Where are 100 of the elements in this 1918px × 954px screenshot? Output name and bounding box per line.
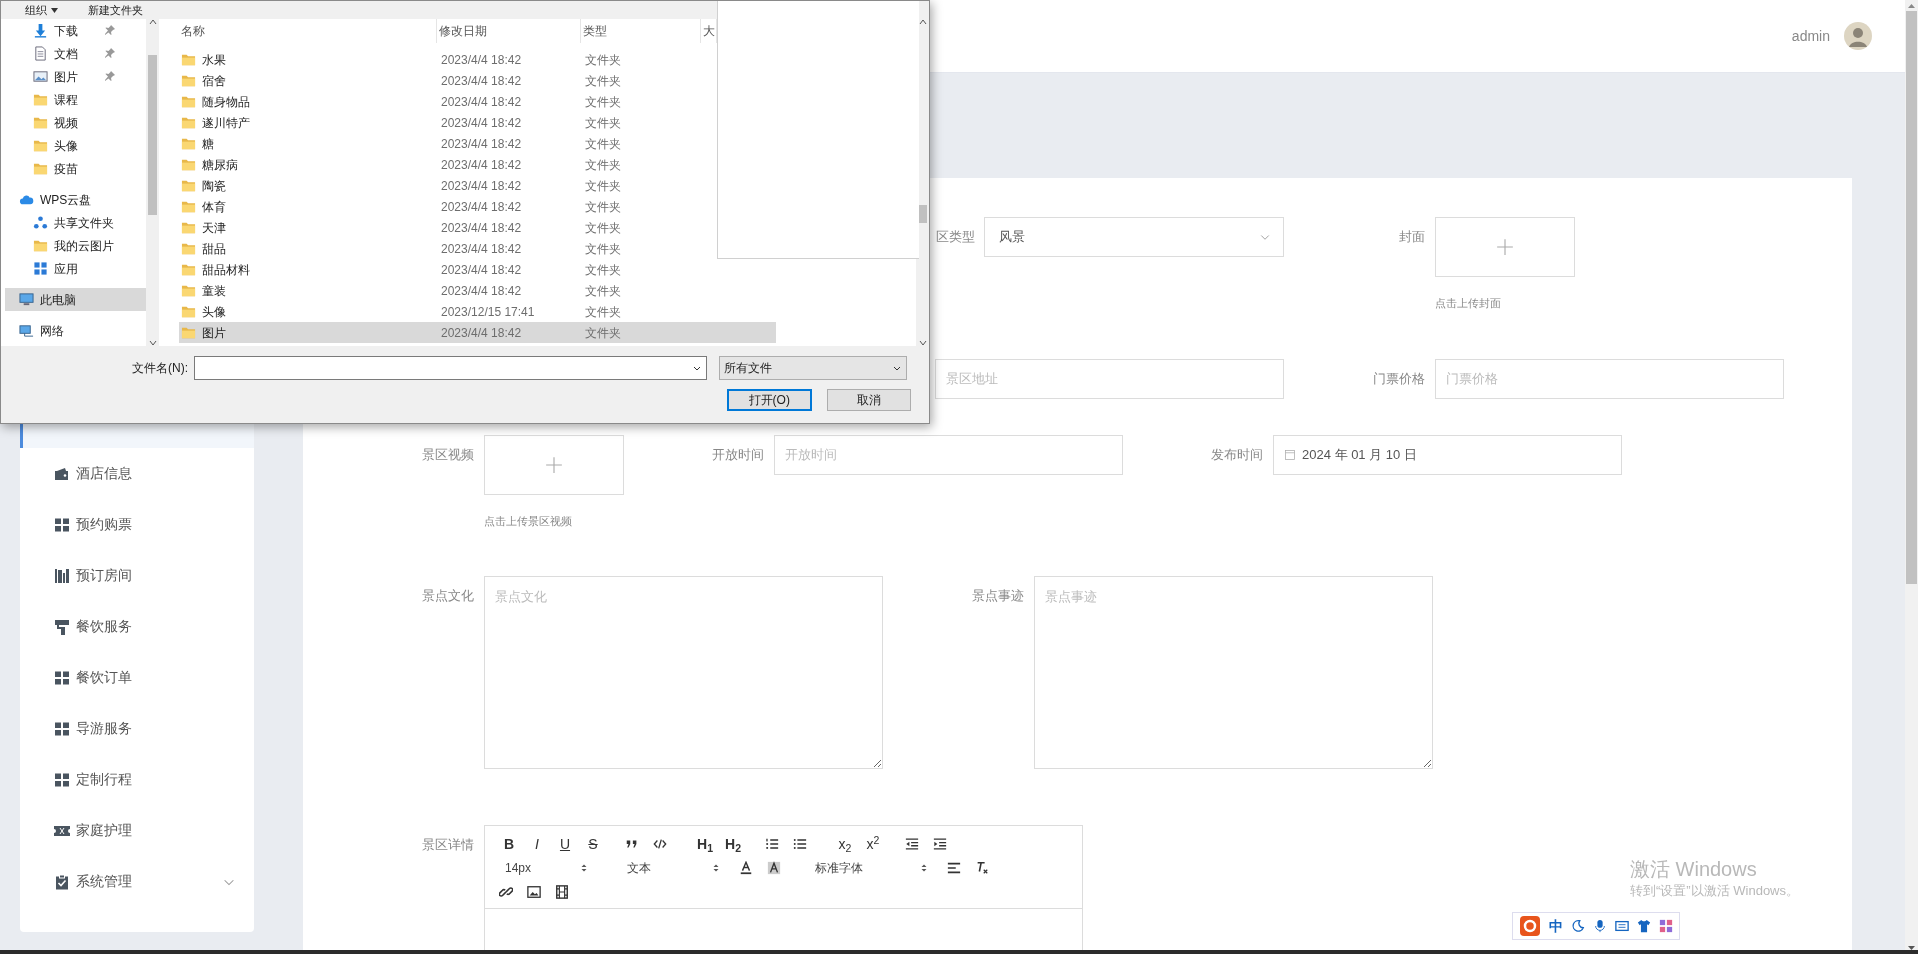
file-row[interactable]: 随身物品 2023/4/4 18:42 文件夹 (179, 91, 717, 112)
scroll-down-icon (148, 340, 157, 346)
input-field[interactable]: 景区地址 (935, 358, 1284, 399)
nav-item[interactable]: 应用 (5, 257, 146, 280)
file-date: 2023/4/4 18:42 (440, 282, 523, 300)
date-field[interactable]: 2024 年 01 月 10 日 (1273, 434, 1622, 475)
nav-item[interactable]: 疫苗 (5, 157, 146, 180)
nav-item[interactable]: WPS云盘 (5, 188, 146, 211)
indent-icon[interactable] (933, 837, 947, 851)
file-row[interactable]: 天津 2023/4/4 18:42 文件夹 (179, 217, 717, 238)
toolbar-button[interactable]: I (527, 835, 547, 853)
filename-field[interactable] (194, 356, 707, 380)
upload-hint: 点击上传封面 (1435, 296, 1502, 311)
file-row[interactable]: 头像 2023/12/15 17:41 文件夹 (179, 301, 776, 322)
link-icon[interactable] (499, 885, 513, 899)
align-left-icon[interactable] (947, 861, 961, 875)
file-name: 宿舍 (202, 72, 226, 90)
folder-icon (33, 115, 48, 130)
file-name: 甜品材料 (202, 261, 250, 279)
image-icon[interactable] (527, 885, 541, 899)
folder-icon (33, 238, 48, 253)
sidebar-item[interactable]: 餐饮订单 (20, 652, 254, 703)
nav-item[interactable]: 下载 (5, 19, 146, 42)
sidebar-item[interactable]: 定制行程 (20, 754, 254, 805)
bullet-list-icon[interactable] (793, 837, 807, 851)
toolbar-button[interactable]: x$_{2}$ (835, 835, 855, 853)
sidebar-item[interactable]: 系统管理 (20, 856, 254, 907)
moon-icon (1571, 919, 1585, 933)
file-row[interactable]: 体育 2023/4/4 18:42 文件夹 (179, 196, 717, 217)
toolbar-button[interactable]: 组织 (25, 3, 58, 17)
toolbar-button[interactable]: U (555, 835, 575, 853)
sidebar-item[interactable]: 餐饮服务 (20, 601, 254, 652)
sidebar-item[interactable]: 导游服务 (20, 703, 254, 754)
file-name: 陶瓷 (202, 177, 226, 195)
sidebar-item[interactable]: 预约购票 (20, 499, 254, 550)
nav-item[interactable]: 共享文件夹 (5, 211, 146, 234)
file-row[interactable]: 糖 2023/4/4 18:42 文件夹 (179, 133, 717, 154)
sidebar-item[interactable]: 预订房间 (20, 550, 254, 601)
nav-item[interactable]: 视频 (5, 111, 146, 134)
file-row[interactable]: 水果 2023/4/4 18:42 文件夹 (179, 49, 717, 70)
file-name: 天津 (202, 219, 226, 237)
grid-icon (54, 720, 70, 737)
avatar[interactable] (1844, 22, 1872, 50)
nav-item[interactable]: 网络 (5, 319, 146, 342)
scrollbar-thumb[interactable] (1906, 11, 1917, 584)
username[interactable]: admin (1791, 25, 1830, 47)
sidebar-item[interactable]: 酒店信息 (20, 448, 254, 499)
file-row[interactable]: 图片 2023/4/4 18:42 文件夹 (179, 322, 776, 343)
toolbar-button[interactable]: H$_{2}$ (723, 835, 743, 853)
folder-icon (181, 220, 196, 235)
apps-icon (1659, 919, 1673, 933)
toolbar-button[interactable]: x$^{2}$ (863, 835, 883, 853)
outdent-icon[interactable] (905, 837, 919, 851)
font-color-icon[interactable] (739, 861, 753, 875)
toolbar-button[interactable]: B (499, 835, 519, 853)
file-row[interactable]: 遂川特产 2023/4/4 18:42 文件夹 (179, 112, 717, 133)
scroll-up-icon (148, 19, 157, 25)
sidebar-item[interactable]: 家庭护理 (20, 805, 254, 856)
column-header[interactable]: 名称 (179, 19, 437, 43)
scrollbar-thumb[interactable] (918, 205, 927, 223)
clipboard-check-icon (54, 873, 70, 890)
file-row[interactable]: 甜品材料 2023/4/4 18:42 文件夹 (179, 259, 776, 280)
toolbar-select[interactable]: 文本 (621, 858, 731, 878)
file-date: 2023/4/4 18:42 (440, 114, 523, 132)
nav-item[interactable]: 课程 (5, 88, 146, 111)
input-field[interactable]: 门票价格 (1435, 358, 1784, 399)
file-row[interactable]: 糖尿病 2023/4/4 18:42 文件夹 (179, 154, 717, 175)
nav-item[interactable]: 此电脑 (5, 288, 146, 311)
ordered-list-icon[interactable] (765, 837, 779, 851)
text-area[interactable]: 景点文化 (484, 576, 883, 769)
file-type-select[interactable]: 所有文件 (719, 356, 907, 380)
input-method-logo-icon (1519, 915, 1541, 937)
dialog-button[interactable]: 打开(O) (727, 389, 812, 411)
toolbar-select[interactable]: 14px (499, 858, 599, 878)
film-icon[interactable] (555, 885, 569, 899)
nav-item[interactable]: 头像 (5, 134, 146, 157)
nav-item[interactable]: 文档 (5, 42, 146, 65)
select-field[interactable]: 风景 (984, 217, 1284, 257)
toolbar-select[interactable]: 标准字体 (809, 858, 939, 878)
nav-item[interactable]: 图片 (5, 65, 146, 88)
folder-icon (181, 304, 196, 319)
input-field[interactable]: 开放时间 (774, 434, 1123, 475)
code-icon[interactable] (653, 837, 667, 851)
clear-format-icon[interactable] (975, 861, 989, 875)
file-row[interactable]: 甜品 2023/4/4 18:42 文件夹 (179, 238, 717, 259)
file-row[interactable]: 童装 2023/4/4 18:42 文件夹 (179, 280, 776, 301)
nav-item[interactable]: 我的云图片 (5, 234, 146, 257)
toolbar-button[interactable]: S (583, 835, 603, 853)
file-row[interactable]: 宿舍 2023/4/4 18:42 文件夹 (179, 70, 717, 91)
toolbar-button[interactable]: H$_{1}$ (695, 835, 715, 853)
text-area[interactable]: 景点事迹 (1034, 576, 1433, 769)
highlight-icon[interactable] (767, 861, 781, 875)
dialog-button[interactable]: 取消 (826, 389, 911, 411)
download-icon (33, 23, 48, 38)
toolbar-button[interactable]: 新建文件夹 (88, 3, 143, 17)
input-mode[interactable]: 中 (1549, 915, 1563, 937)
file-row[interactable]: 陶瓷 2023/4/4 18:42 文件夹 (179, 175, 717, 196)
column-header[interactable]: 类型 (581, 19, 701, 43)
column-header[interactable]: 修改日期 (437, 19, 581, 43)
scrollbar-thumb[interactable] (148, 55, 157, 215)
